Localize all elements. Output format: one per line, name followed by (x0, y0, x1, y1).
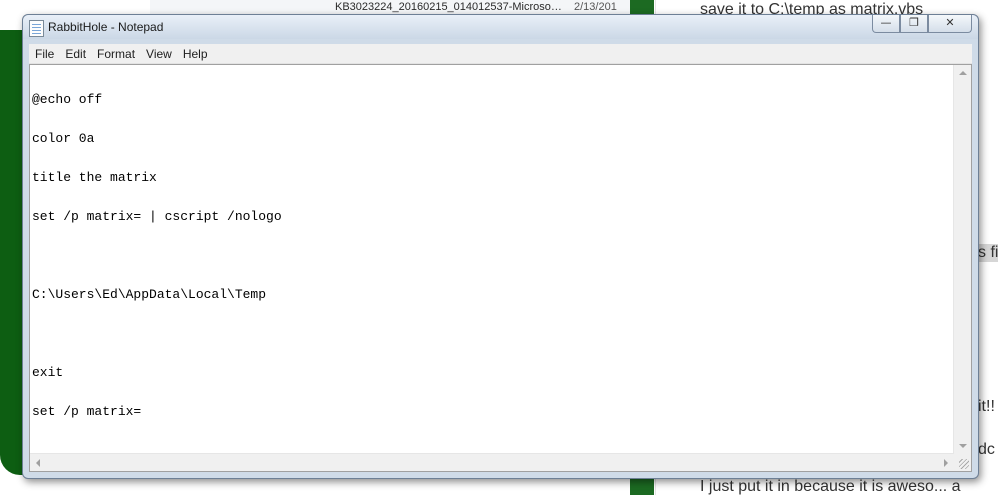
notepad-window: RabbitHole - Notepad — ❐ ✕ File Edit For… (22, 14, 979, 479)
menu-edit[interactable]: Edit (59, 47, 91, 61)
menu-format[interactable]: Format (91, 47, 140, 61)
text-line (32, 327, 953, 340)
window-title: RabbitHole - Notepad (48, 20, 164, 34)
text-line: @echo off (32, 92, 103, 107)
menu-view[interactable]: View (140, 47, 177, 61)
scroll-up-icon[interactable] (959, 71, 967, 75)
text-editor[interactable]: @echo off color 0a title the matrix set … (29, 64, 972, 472)
menu-file[interactable]: File (29, 47, 59, 61)
background-web-text-bottom: I just put it in because it is aweso... … (700, 478, 961, 495)
background-file-name: KB3023224_20160215_014012537-Microso… (335, 1, 562, 13)
text-line: C:\Users\Ed\AppData\Local\Temp (32, 287, 267, 302)
resize-grip-icon[interactable] (959, 459, 969, 469)
background-web-snip: it!! (978, 398, 995, 415)
menu-bar: File Edit Format View Help (29, 44, 972, 64)
text-line: set /p matrix= (32, 404, 142, 419)
text-line: exit (32, 365, 64, 380)
caption-buttons: — ❐ ✕ (872, 15, 972, 33)
text-line (32, 249, 953, 262)
background-file-date: 2/13/201 (574, 1, 617, 13)
document-text[interactable]: @echo off color 0a title the matrix set … (32, 67, 953, 453)
close-button[interactable]: ✕ (928, 15, 972, 33)
title-bar[interactable]: RabbitHole - Notepad — ❐ ✕ (23, 15, 978, 39)
background-web-snip: s fi (978, 244, 999, 262)
vertical-scrollbar[interactable] (953, 65, 971, 454)
minimize-button[interactable]: — (872, 15, 900, 33)
text-line: title the matrix (32, 170, 157, 185)
horizontal-scrollbar[interactable] (30, 453, 954, 471)
text-line: color 0a (32, 131, 95, 146)
resize-corner[interactable] (954, 454, 971, 471)
scroll-right-icon[interactable] (944, 459, 948, 467)
scroll-left-icon[interactable] (36, 459, 40, 467)
menu-help[interactable]: Help (177, 47, 213, 61)
text-line: set /p matrix= | cscript /nologo (32, 209, 282, 224)
maximize-button[interactable]: ❐ (900, 15, 928, 33)
scroll-down-icon[interactable] (959, 444, 967, 448)
notepad-icon[interactable] (29, 20, 44, 37)
background-web-snip: dc (978, 441, 995, 458)
